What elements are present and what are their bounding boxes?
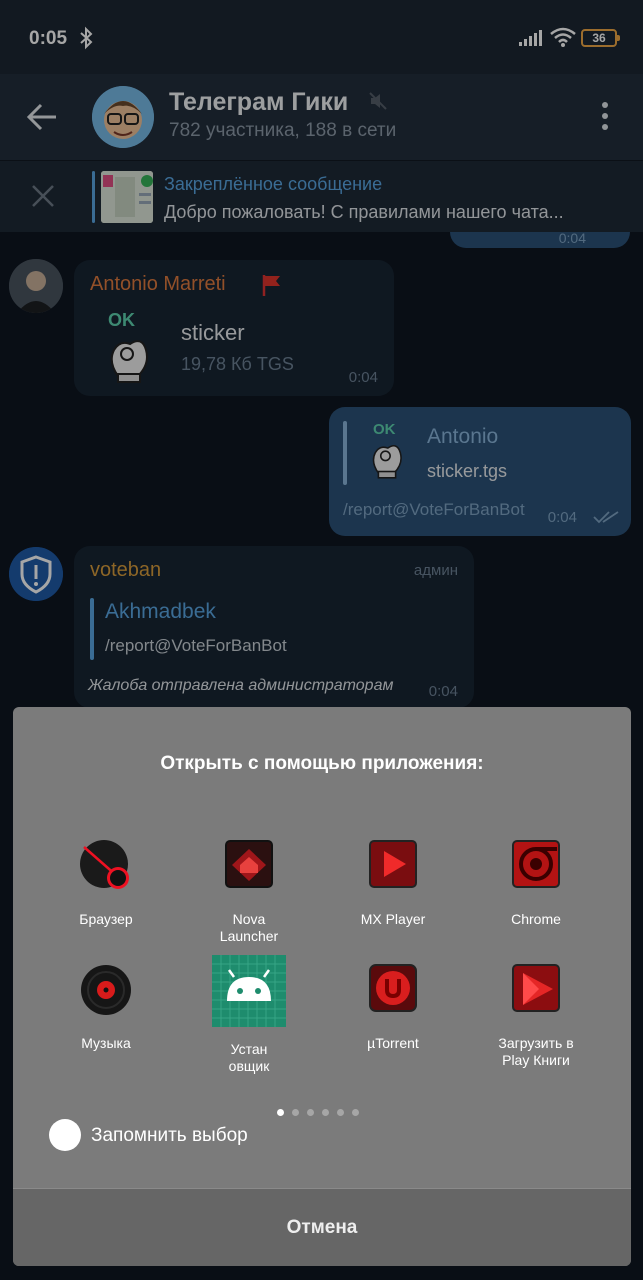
play-books-icon [505, 959, 567, 1021]
app-option-utorrent[interactable]: µTorrent [318, 959, 468, 1052]
page-indicator [277, 1103, 377, 1116]
music-icon [75, 959, 137, 1021]
app-label: Nova Launcher [219, 911, 279, 944]
app-option-play-books[interactable]: Загрузить в Play Книги [461, 959, 611, 1069]
remember-checkbox[interactable] [49, 1119, 81, 1151]
page-dot-active [277, 1109, 284, 1116]
page-dot [322, 1109, 329, 1116]
page-dot [307, 1109, 314, 1116]
app-option-installer[interactable]: Устан овщик [174, 955, 324, 1075]
app-chooser-dialog: Открыть с помощью приложения: Браузер No… [13, 707, 631, 1266]
dialog-title: Открыть с помощью приложения: [160, 753, 484, 774]
cancel-button[interactable]: Отмена [13, 1188, 631, 1266]
page-dot [337, 1109, 344, 1116]
chrome-icon [505, 835, 567, 897]
app-label: MX Player [360, 911, 426, 927]
app-label: Музыка [81, 1035, 131, 1051]
mx-player-icon [362, 835, 424, 897]
app-label: Загрузить в Play Книги [498, 1035, 574, 1068]
nova-launcher-icon [218, 835, 280, 897]
app-option-mx-player[interactable]: MX Player [318, 835, 468, 928]
app-option-browser[interactable]: Браузер [31, 835, 181, 928]
app-label: Chrome [511, 911, 561, 927]
app-option-chrome[interactable]: Chrome [461, 835, 611, 928]
utorrent-icon [362, 959, 424, 1021]
android-installer-icon [212, 955, 286, 1027]
app-option-music[interactable]: Музыка [31, 959, 181, 1052]
browser-icon [75, 835, 137, 897]
app-label: Устан овщик [228, 1041, 270, 1074]
page-dot [352, 1109, 359, 1116]
remember-label: Запомнить выбор [91, 1125, 248, 1146]
app-label: Браузер [79, 911, 133, 927]
app-option-nova-launcher[interactable]: Nova Launcher [174, 835, 324, 945]
app-label: µTorrent [367, 1035, 419, 1051]
page-dot [292, 1109, 299, 1116]
